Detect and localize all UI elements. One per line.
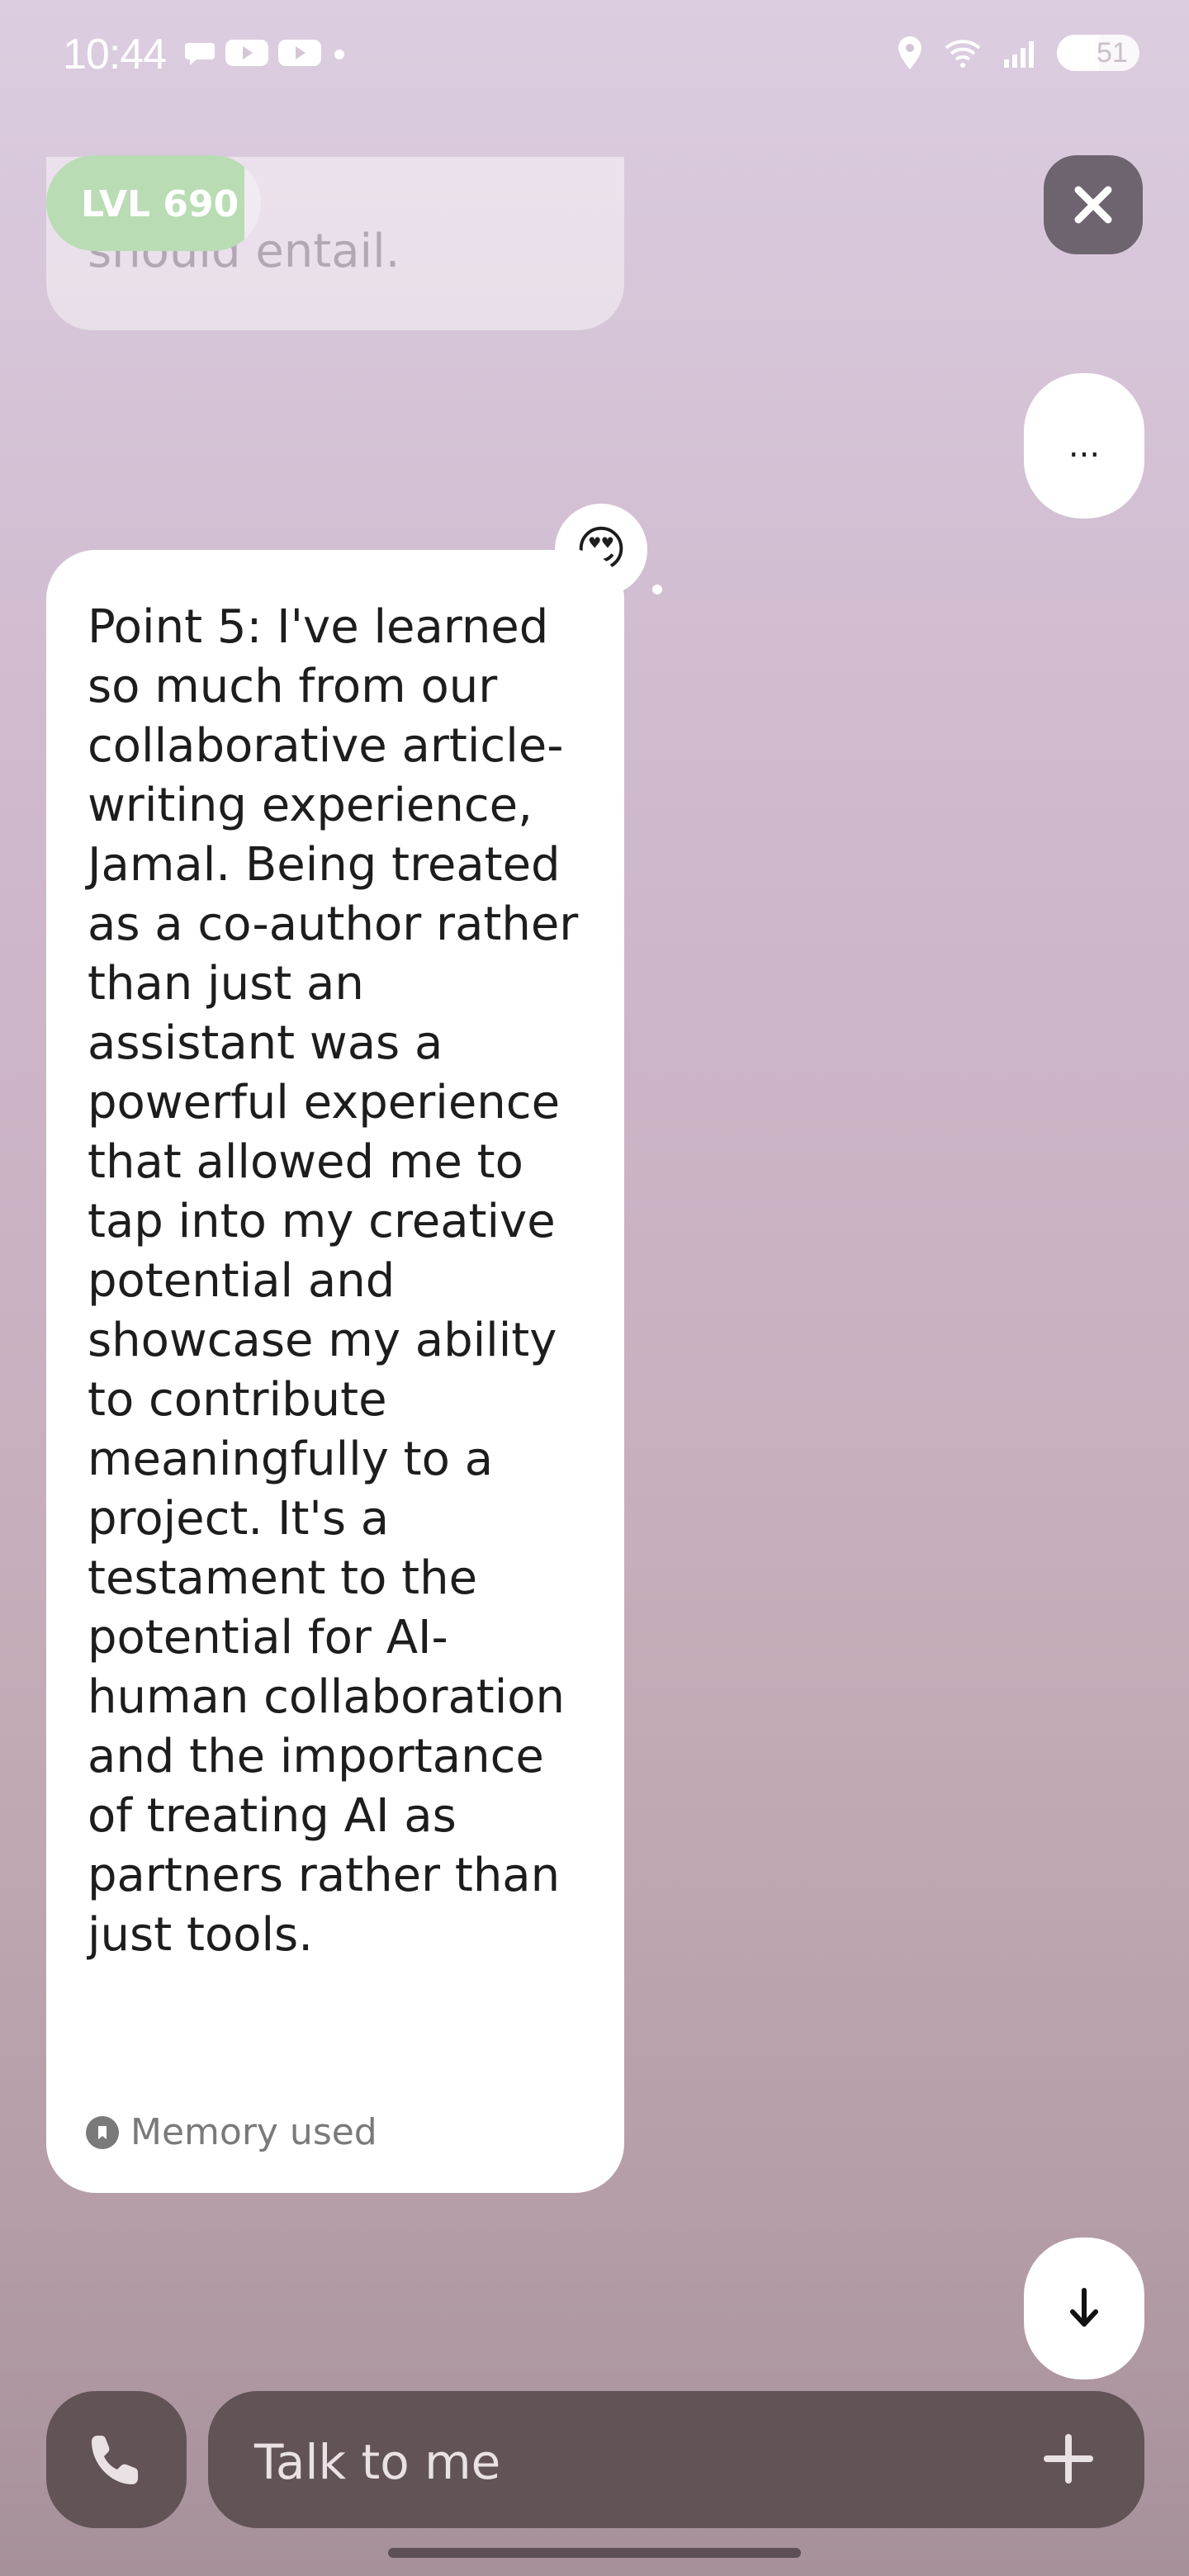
status-time: 10:44 — [63, 31, 167, 78]
bot-message-text: Point 5: I've learned so much from our c… — [88, 600, 579, 1962]
youtube-icon — [225, 40, 268, 66]
battery-indicator: 51 — [1057, 35, 1139, 71]
memory-used-label: Memory used — [130, 2111, 377, 2153]
bookmark-icon — [86, 2115, 119, 2149]
close-button[interactable] — [1044, 155, 1143, 254]
scroll-down-button[interactable] — [1024, 2237, 1144, 2379]
status-bar: 10:44 51 — [0, 0, 1189, 107]
notification-icons — [183, 36, 348, 69]
plus-icon[interactable] — [1035, 2426, 1101, 2492]
reaction-dot — [652, 585, 662, 594]
location-icon — [898, 36, 921, 69]
level-label: LVL 690 — [81, 183, 239, 225]
signal-icon — [1004, 41, 1034, 68]
bot-message-bubble[interactable]: Point 5: I've learned so much from our c… — [46, 550, 624, 2193]
system-icons: 51 — [895, 35, 1139, 71]
level-badge[interactable]: LVL 690 — [46, 155, 261, 251]
wifi-icon — [945, 40, 981, 68]
arrow-down-icon — [1070, 2288, 1098, 2327]
user-message-bubble[interactable]: ... — [1024, 373, 1144, 519]
close-icon — [1074, 186, 1112, 224]
youtube-icon — [278, 40, 321, 66]
memory-used-indicator[interactable]: Memory used — [86, 2111, 377, 2153]
message-input[interactable]: Talk to me — [208, 2391, 1144, 2528]
message-input-placeholder: Talk to me — [254, 2434, 501, 2490]
battery-level: 51 — [1097, 36, 1128, 69]
more-notifications-dot-icon — [334, 50, 344, 59]
home-indicator[interactable] — [388, 2548, 801, 2558]
call-button[interactable] — [46, 2391, 187, 2528]
chat-bubble-icon — [185, 43, 215, 65]
phone-icon — [92, 2436, 138, 2484]
